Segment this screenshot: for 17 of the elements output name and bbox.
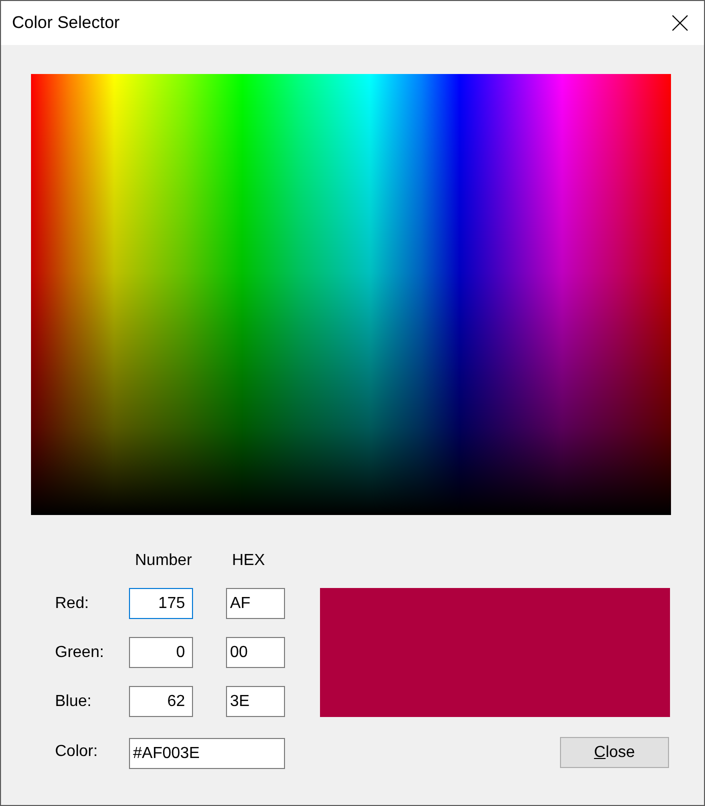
hex-field[interactable]: 3E	[226, 686, 285, 717]
number-field[interactable]: 0	[129, 637, 193, 668]
channel-label: Red:	[55, 594, 90, 614]
number-field[interactable]: 175	[129, 588, 193, 619]
number-field[interactable]: 62	[129, 686, 193, 717]
color-spectrum[interactable]	[31, 74, 671, 515]
close-icon[interactable]	[672, 15, 688, 31]
window-title: Color Selector	[12, 12, 120, 34]
color-label: Color:	[55, 742, 99, 762]
column-header: Number	[134, 552, 193, 570]
channel-label: Blue:	[55, 692, 92, 712]
color-field[interactable]: #AF003E	[129, 738, 285, 769]
hex-field[interactable]: AF	[226, 588, 285, 619]
hex-field[interactable]: 00	[226, 637, 285, 668]
column-header: HEX	[231, 552, 266, 570]
channel-label: Green:	[55, 642, 105, 662]
close-button[interactable]: Close	[560, 737, 669, 768]
